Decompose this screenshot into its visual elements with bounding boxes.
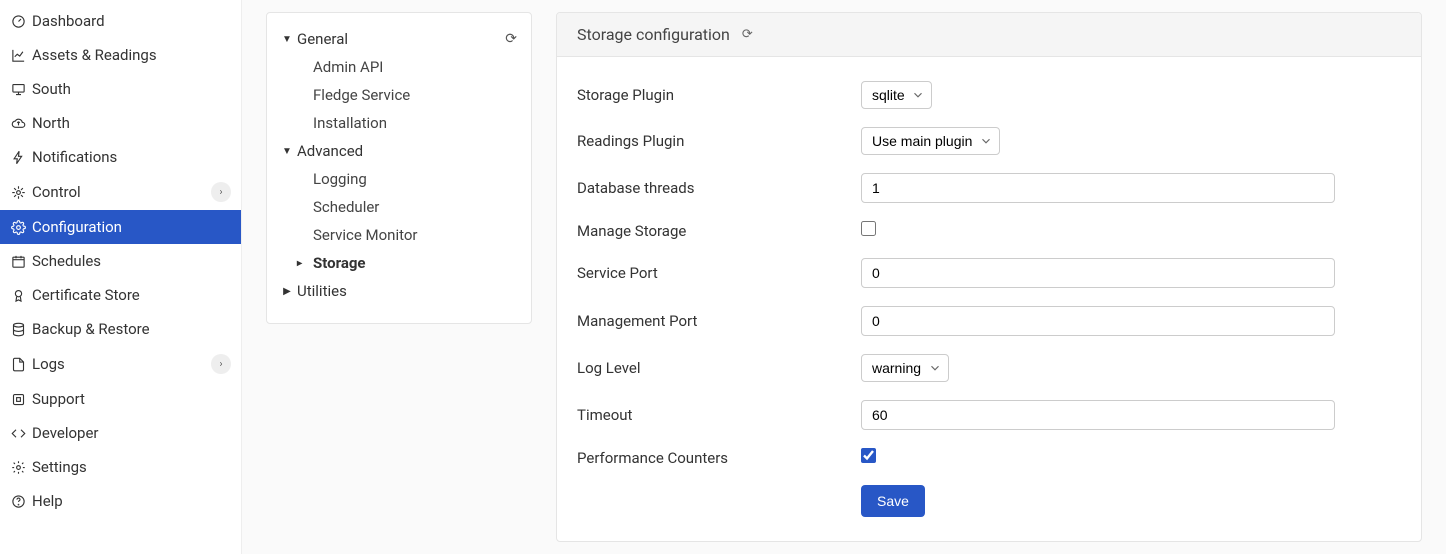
chevron-right-icon: › — [211, 354, 231, 374]
sidebar-item-schedules[interactable]: Schedules — [0, 244, 241, 278]
config-form-panel: Storage configuration ⟳ Storage Plugin s… — [556, 12, 1422, 542]
tree-section-general[interactable]: ▼ General — [281, 25, 348, 53]
code-icon — [10, 425, 26, 441]
certificate-icon — [10, 287, 26, 303]
config-tree-panel: ▼ General ⟳ Admin API Fledge Service Ins… — [266, 12, 532, 324]
document-icon — [10, 356, 26, 372]
sidebar-label: Assets & Readings — [32, 46, 157, 64]
gear-icon — [10, 459, 26, 475]
refresh-icon[interactable]: ⟳ — [505, 31, 517, 47]
tree-item-storage[interactable]: Storage — [281, 249, 517, 277]
database-icon — [10, 321, 26, 337]
select-storage-plugin[interactable]: sqlite — [861, 81, 932, 109]
sidebar-item-dashboard[interactable]: Dashboard — [0, 4, 241, 38]
calendar-icon — [10, 253, 26, 269]
form-header: Storage configuration ⟳ — [557, 13, 1421, 57]
sidebar-item-control[interactable]: Control › — [0, 174, 241, 210]
sidebar-item-support[interactable]: Support — [0, 382, 241, 416]
sidebar-label: Developer — [32, 424, 99, 442]
form-title: Storage configuration — [577, 25, 730, 44]
control-icon — [10, 184, 26, 200]
label-management-port: Management Port — [577, 312, 861, 330]
select-readings-plugin[interactable]: Use main plugin — [861, 127, 1000, 155]
sidebar-item-settings[interactable]: Settings — [0, 450, 241, 484]
sidebar-label: South — [32, 80, 71, 98]
sidebar-label: Certificate Store — [32, 286, 140, 304]
refresh-icon[interactable]: ⟳ — [742, 27, 753, 42]
sidebar-item-help[interactable]: Help — [0, 484, 241, 518]
label-timeout: Timeout — [577, 406, 861, 424]
desktop-icon — [10, 81, 26, 97]
label-database-threads: Database threads — [577, 179, 861, 197]
tree-item-service-monitor[interactable]: Service Monitor — [281, 221, 517, 249]
help-icon — [10, 493, 26, 509]
label-readings-plugin: Readings Plugin — [577, 132, 861, 150]
sidebar-item-certificate[interactable]: Certificate Store — [0, 278, 241, 312]
label-performance-counters: Performance Counters — [577, 449, 861, 467]
tree-label: Advanced — [297, 142, 363, 160]
sidebar-item-backup[interactable]: Backup & Restore — [0, 312, 241, 346]
sidebar-label: Settings — [32, 458, 87, 476]
sidebar-label: Backup & Restore — [32, 320, 150, 338]
tree-label: Utilities — [297, 282, 347, 300]
tree-label: General — [297, 30, 348, 48]
input-database-threads[interactable] — [861, 173, 1335, 203]
caret-right-icon: ▶ — [281, 286, 293, 297]
tree-item-installation[interactable]: Installation — [281, 109, 517, 137]
sidebar-label: Help — [32, 492, 63, 510]
tree-item-scheduler[interactable]: Scheduler — [281, 193, 517, 221]
sidebar-label: North — [32, 114, 70, 132]
save-button[interactable]: Save — [861, 485, 925, 517]
tree-section-utilities[interactable]: ▶ Utilities — [281, 277, 517, 305]
select-log-level[interactable]: warning — [861, 354, 949, 382]
input-timeout[interactable] — [861, 400, 1335, 430]
label-manage-storage: Manage Storage — [577, 222, 861, 240]
sidebar-label: Logs — [32, 355, 65, 373]
sidebar-label: Schedules — [32, 252, 101, 270]
chevron-right-icon: › — [211, 182, 231, 202]
gear-icon — [10, 219, 26, 235]
chart-icon — [10, 47, 26, 63]
sidebar-item-north[interactable]: North — [0, 106, 241, 140]
input-service-port[interactable] — [861, 258, 1335, 288]
sidebar-item-logs[interactable]: Logs › — [0, 346, 241, 382]
sidebar-item-notifications[interactable]: Notifications — [0, 140, 241, 174]
form-body: Storage Plugin sqlite Readings Plugin Us… — [557, 57, 1421, 537]
main-content: ▼ General ⟳ Admin API Fledge Service Ins… — [242, 0, 1446, 554]
sidebar-label: Configuration — [32, 218, 122, 236]
tree-section-advanced[interactable]: ▼ Advanced — [281, 137, 517, 165]
label-storage-plugin: Storage Plugin — [577, 86, 861, 104]
tree-item-fledge-service[interactable]: Fledge Service — [281, 81, 517, 109]
tree-item-admin-api[interactable]: Admin API — [281, 53, 517, 81]
caret-down-icon: ▼ — [281, 34, 293, 45]
caret-down-icon: ▼ — [281, 146, 293, 157]
dashboard-icon — [10, 13, 26, 29]
checkbox-manage-storage[interactable] — [861, 221, 876, 236]
bolt-icon — [10, 149, 26, 165]
label-service-port: Service Port — [577, 264, 861, 282]
sidebar-item-assets[interactable]: Assets & Readings — [0, 38, 241, 72]
sidebar-label: Notifications — [32, 148, 117, 166]
tree-item-logging[interactable]: Logging — [281, 165, 517, 193]
input-management-port[interactable] — [861, 306, 1335, 336]
sidebar-item-south[interactable]: South — [0, 72, 241, 106]
checkbox-performance-counters[interactable] — [861, 448, 876, 463]
sidebar-item-configuration[interactable]: Configuration — [0, 210, 241, 244]
sidebar: Dashboard Assets & Readings South North … — [0, 0, 242, 554]
label-log-level: Log Level — [577, 359, 861, 377]
cloud-up-icon — [10, 115, 26, 131]
sidebar-label: Dashboard — [32, 12, 105, 30]
life-ring-icon — [10, 391, 26, 407]
sidebar-item-developer[interactable]: Developer — [0, 416, 241, 450]
sidebar-label: Support — [32, 390, 85, 408]
sidebar-label: Control — [32, 183, 81, 201]
